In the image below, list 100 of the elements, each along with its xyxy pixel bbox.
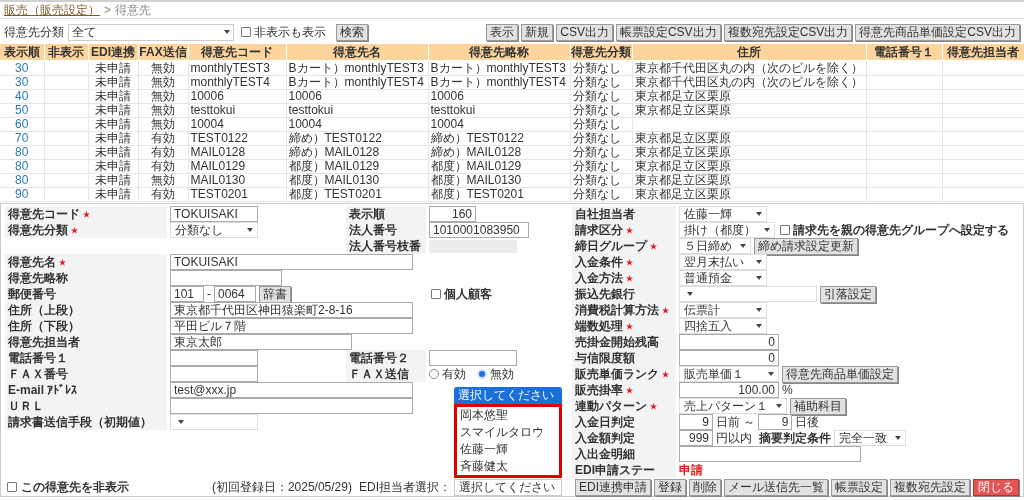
- number-field[interactable]: 160: [429, 206, 476, 222]
- button[interactable]: 複数宛先設定CSV出力: [723, 23, 853, 41]
- button[interactable]: 検索: [336, 23, 368, 41]
- text-field[interactable]: 101: [170, 286, 204, 302]
- button[interactable]: 引落設定: [820, 285, 876, 303]
- order-link[interactable]: 50: [15, 103, 29, 117]
- order-link[interactable]: 70: [15, 131, 29, 145]
- column-header[interactable]: 得意先名: [286, 44, 428, 60]
- dropdown-field[interactable]: 普通預金: [679, 270, 767, 286]
- order-link[interactable]: 80: [15, 145, 29, 159]
- table-cell: 10006: [288, 89, 322, 103]
- button[interactable]: メール送信先一覧: [724, 478, 828, 496]
- text-field[interactable]: 1010001083950: [429, 222, 529, 238]
- dropdown-field[interactable]: 選択してください: [454, 478, 562, 496]
- dropdown-field[interactable]: 伝票計: [679, 302, 767, 318]
- column-header[interactable]: 電話番号１: [866, 44, 942, 60]
- dropdown-field[interactable]: 分類なし: [170, 222, 258, 238]
- text-field[interactable]: TOKUISAKI: [170, 206, 258, 222]
- column-header[interactable]: 得意先分類: [570, 44, 632, 60]
- order-link[interactable]: 40: [15, 89, 29, 103]
- checkbox[interactable]: [780, 225, 790, 235]
- text-field[interactable]: [429, 350, 517, 366]
- caret-icon: [740, 244, 746, 248]
- dropdown-field[interactable]: ５日締め: [679, 238, 751, 254]
- order-link[interactable]: 30: [15, 75, 29, 89]
- button[interactable]: 帳票設定: [831, 478, 887, 496]
- dropdown-field[interactable]: 売上パターン１: [679, 398, 787, 414]
- dropdown-field[interactable]: 四捨五入: [679, 318, 767, 334]
- dropdown-field[interactable]: [679, 286, 817, 302]
- number-field[interactable]: 0: [679, 350, 779, 366]
- button[interactable]: 削除: [689, 478, 721, 496]
- radio-label: 無効: [490, 366, 514, 383]
- checkbox[interactable]: [241, 27, 251, 37]
- column-header[interactable]: 住所: [632, 44, 866, 60]
- text-field[interactable]: [170, 366, 258, 382]
- text-field[interactable]: 0064: [214, 286, 256, 302]
- number-field[interactable]: 100.00: [679, 382, 779, 398]
- order-link[interactable]: 80: [15, 173, 29, 187]
- table-cell: 東京都足立区栗原: [634, 159, 731, 173]
- button[interactable]: 表示: [486, 23, 519, 41]
- button[interactable]: 複数宛先設定: [890, 478, 970, 496]
- text-field[interactable]: test@xxx.jp: [170, 382, 413, 398]
- dropdown-field[interactable]: 販売単価１: [679, 366, 779, 382]
- number-field[interactable]: 9: [679, 414, 713, 430]
- dropdown-option[interactable]: 選択してください: [454, 386, 562, 404]
- dropdown-field[interactable]: [170, 414, 258, 430]
- column-header[interactable]: 得意先コード: [188, 44, 286, 60]
- button[interactable]: 得意先商品単価設定CSV出力: [855, 23, 1020, 41]
- text-field[interactable]: [679, 446, 861, 462]
- button[interactable]: 締め請求設定更新: [754, 237, 858, 255]
- dropdown-field[interactable]: 佐藤一輝: [679, 206, 767, 222]
- dropdown-field[interactable]: 翌月末払い: [679, 254, 767, 270]
- button[interactable]: EDI連携申請: [575, 478, 651, 496]
- dropdown-field[interactable]: 掛け（都度）: [679, 222, 775, 238]
- button[interactable]: 補助科目: [790, 397, 846, 415]
- dropdown-field[interactable]: 完全一致: [834, 430, 906, 446]
- text-field[interactable]: 東京太郎: [170, 334, 352, 350]
- column-header[interactable]: FAX送信: [138, 44, 188, 60]
- text-field[interactable]: 東京都千代田区神田猿楽町2-8-16: [170, 302, 413, 318]
- checkbox[interactable]: [431, 289, 441, 299]
- table-cell: 締め）MAIL0128: [288, 145, 380, 159]
- table-cell: testtokui: [430, 103, 476, 117]
- text-field[interactable]: [170, 270, 282, 286]
- order-link[interactable]: 30: [15, 61, 29, 75]
- button[interactable]: 辞書: [259, 285, 291, 303]
- dropdown-field[interactable]: 全て: [68, 23, 234, 41]
- column-header[interactable]: 表示順: [0, 44, 44, 60]
- button[interactable]: 新規: [521, 23, 554, 41]
- column-header[interactable]: 得意先略称: [428, 44, 570, 60]
- radio-button[interactable]: [429, 369, 439, 379]
- checkbox-label: 個人顧客: [444, 286, 492, 303]
- table-cell: 分類なし: [572, 159, 621, 173]
- button[interactable]: CSV出力: [556, 23, 613, 41]
- text-field[interactable]: [170, 350, 258, 366]
- button[interactable]: 閉じる: [973, 478, 1019, 496]
- button[interactable]: 得意先商品単価設定: [782, 365, 898, 383]
- table-cell: 有効: [151, 145, 175, 159]
- column-header[interactable]: 非表示: [44, 44, 88, 60]
- table-cell: MAIL0128: [190, 145, 246, 159]
- button[interactable]: 帳票設定CSV出力: [615, 23, 721, 41]
- checkbox[interactable]: [7, 482, 17, 492]
- button[interactable]: 登録: [654, 478, 686, 496]
- number-field[interactable]: 9: [758, 414, 793, 430]
- caret-icon: [224, 30, 230, 34]
- text-field[interactable]: 平田ビル７階: [170, 318, 413, 334]
- text-field[interactable]: TOKUISAKI: [170, 254, 413, 270]
- breadcrumb-link[interactable]: 販売（販売設定）: [4, 1, 100, 19]
- required-icon: [626, 386, 633, 394]
- table-cell: testtokui: [288, 103, 334, 117]
- number-field[interactable]: 999: [679, 430, 713, 446]
- order-link[interactable]: 90: [15, 187, 29, 201]
- field-label: 法人番号: [349, 222, 397, 239]
- field-label: 入金方法: [575, 270, 623, 287]
- caret-icon: [756, 276, 762, 280]
- text-field[interactable]: [170, 398, 413, 414]
- order-link[interactable]: 60: [15, 117, 29, 131]
- number-field[interactable]: 0: [679, 334, 779, 350]
- column-header[interactable]: 得意先担当者: [942, 44, 1024, 60]
- column-header[interactable]: EDI連携: [88, 44, 138, 60]
- order-link[interactable]: 80: [15, 159, 29, 173]
